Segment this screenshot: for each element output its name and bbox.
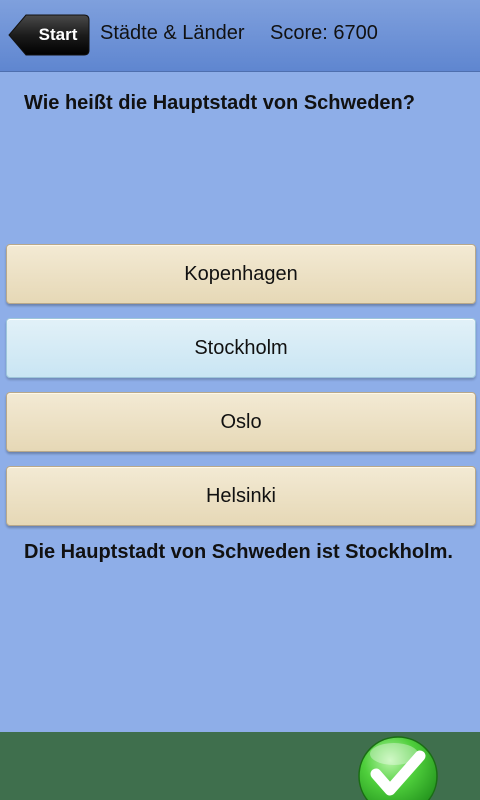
- answer-option-3[interactable]: Oslo: [6, 392, 476, 452]
- start-label: Start: [38, 25, 78, 44]
- question-text: Wie heißt die Hauptstadt von Schweden?: [24, 92, 415, 114]
- checkmark-icon: [358, 736, 438, 800]
- answer-option-1[interactable]: Kopenhagen: [6, 244, 476, 304]
- answer-option-2[interactable]: Stockholm: [6, 318, 476, 378]
- confirm-button[interactable]: [356, 734, 440, 800]
- feedback-text: Die Hauptstadt von Schweden ist Stockhol…: [24, 541, 453, 563]
- score-display: Score: 6700: [270, 22, 378, 44]
- answer-option-4[interactable]: Helsinki: [6, 466, 476, 526]
- start-back-button[interactable]: Start: [8, 14, 90, 56]
- app-title: Städte & Länder: [100, 22, 245, 44]
- header-bar: Start Städte & Länder Score: 6700: [0, 0, 480, 72]
